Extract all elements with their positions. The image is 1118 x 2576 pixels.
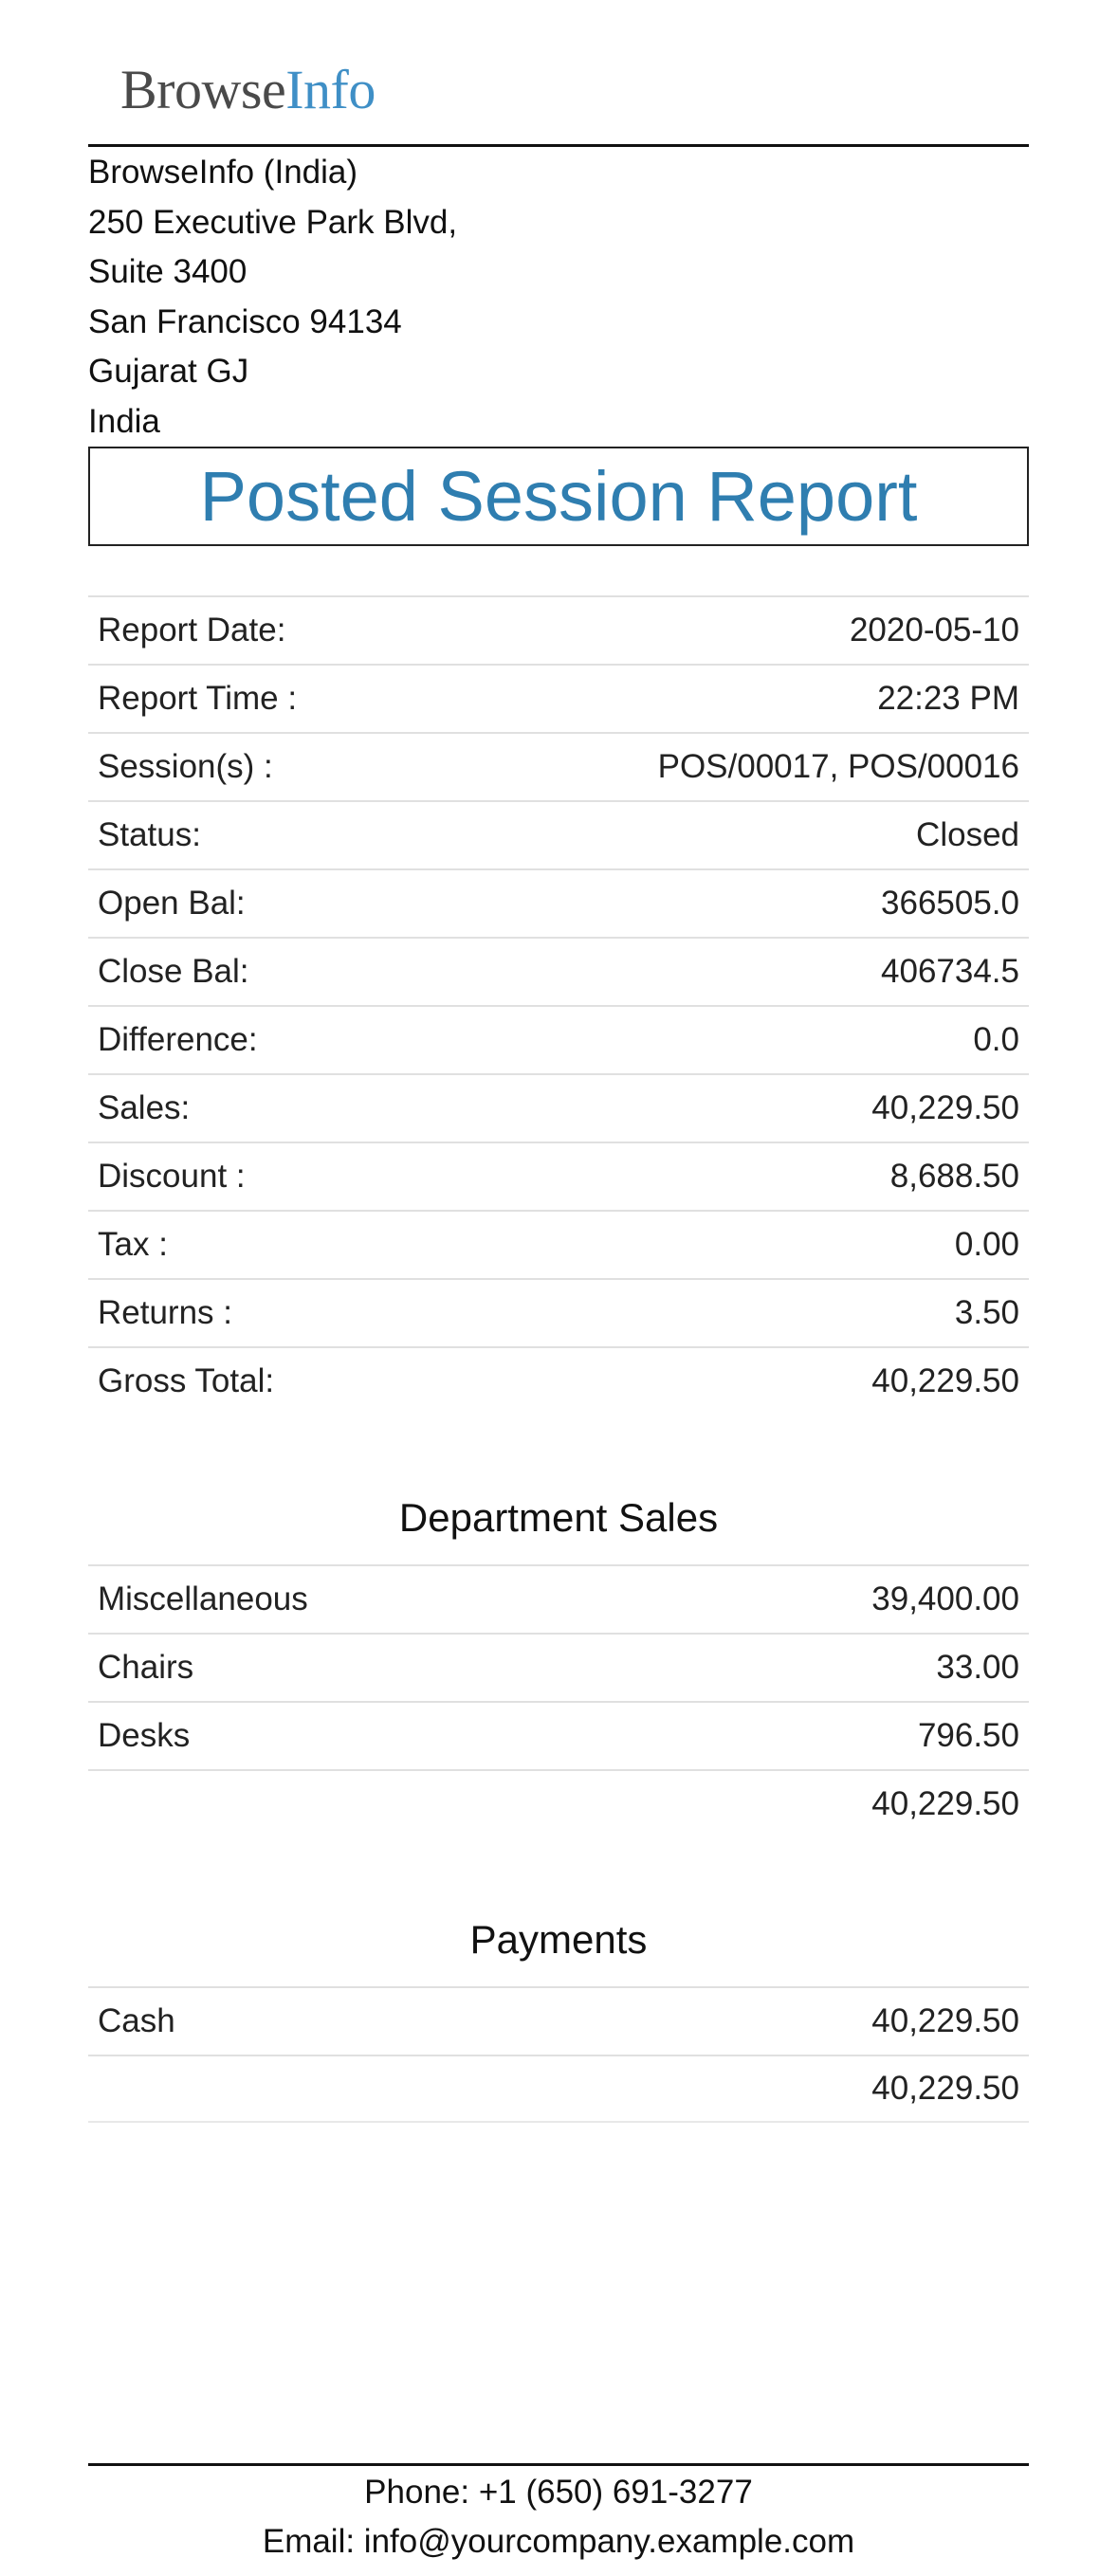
company-logo: BrowseInfo — [120, 57, 376, 123]
header-divider — [88, 144, 1029, 147]
summary-label: Close Bal: — [98, 953, 249, 990]
summary-value: 3.50 — [954, 1294, 1019, 1331]
department-sales-table: Miscellaneous 39,400.00 Chairs 33.00 Des… — [88, 1564, 1029, 1837]
payment-label: Cash — [98, 2002, 175, 2039]
company-address: BrowseInfo (India) 250 Executive Park Bl… — [88, 148, 457, 447]
summary-label: Sales: — [98, 1089, 191, 1126]
summary-value: 406734.5 — [881, 953, 1019, 990]
summary-label: Tax : — [98, 1226, 168, 1263]
department-value: 33.00 — [936, 1649, 1019, 1686]
summary-value: 40,229.50 — [871, 1089, 1019, 1126]
summary-value: 40,229.50 — [871, 1362, 1019, 1399]
payments-table: Cash 40,229.50 40,229.50 — [88, 1986, 1029, 2123]
department-total-row: 40,229.50 — [88, 1769, 1029, 1837]
department-row-chairs: Chairs 33.00 — [88, 1633, 1029, 1701]
department-value: 796.50 — [917, 1717, 1019, 1754]
summary-label: Difference: — [98, 1021, 258, 1058]
address-country: India — [88, 402, 160, 440]
summary-value: 22:23 PM — [877, 680, 1019, 717]
summary-row-close-balance: Close Bal: 406734.5 — [88, 937, 1029, 1005]
summary-row-sales: Sales: 40,229.50 — [88, 1073, 1029, 1142]
payments-title: Payments — [469, 1917, 648, 1962]
summary-value: 0.0 — [973, 1021, 1019, 1058]
department-label: Miscellaneous — [98, 1580, 308, 1617]
summary-value: POS/00017, POS/00016 — [657, 748, 1019, 785]
summary-row-open-balance: Open Bal: 366505.0 — [88, 868, 1029, 937]
payment-total-value: 40,229.50 — [871, 2070, 1019, 2107]
payment-total-row: 40,229.50 — [88, 2055, 1029, 2123]
payment-row-cash: Cash 40,229.50 — [88, 1986, 1029, 2055]
summary-row-sessions: Session(s) : POS/00017, POS/00016 — [88, 732, 1029, 800]
department-row-miscellaneous: Miscellaneous 39,400.00 — [88, 1564, 1029, 1633]
summary-row-difference: Difference: 0.0 — [88, 1005, 1029, 1073]
address-city: San Francisco 94134 — [88, 302, 402, 340]
summary-table: Report Date: 2020-05-10 Report Time : 22… — [88, 595, 1029, 1415]
summary-label: Report Time : — [98, 680, 298, 717]
department-total-value: 40,229.50 — [871, 1785, 1019, 1822]
address-line-2: Suite 3400 — [88, 253, 247, 290]
summary-label: Returns : — [98, 1294, 232, 1331]
summary-label: Discount : — [98, 1158, 246, 1195]
payment-value: 40,229.50 — [871, 2002, 1019, 2039]
department-row-desks: Desks 796.50 — [88, 1701, 1029, 1769]
report-title-box: Posted Session Report — [88, 447, 1029, 546]
summary-row-report-date: Report Date: 2020-05-10 — [88, 595, 1029, 664]
summary-label: Report Date: — [98, 612, 286, 649]
address-line-1: 250 Executive Park Blvd, — [88, 203, 458, 241]
logo-text-info: Info — [285, 59, 376, 120]
summary-value: Closed — [916, 816, 1019, 853]
department-label: Chairs — [98, 1649, 194, 1686]
summary-value: 8,688.50 — [889, 1158, 1019, 1195]
summary-value: 2020-05-10 — [849, 612, 1019, 649]
footer-divider — [88, 2463, 1029, 2466]
summary-row-discount: Discount : 8,688.50 — [88, 1142, 1029, 1210]
summary-label: Status: — [98, 816, 201, 853]
summary-label: Session(s) : — [98, 748, 273, 785]
summary-value: 0.00 — [954, 1226, 1019, 1263]
address-state: Gujarat GJ — [88, 353, 249, 390]
department-value: 39,400.00 — [871, 1580, 1019, 1617]
summary-label: Gross Total: — [98, 1362, 275, 1399]
summary-row-status: Status: Closed — [88, 800, 1029, 868]
summary-value: 366505.0 — [881, 885, 1019, 922]
report-title: Posted Session Report — [199, 456, 918, 536]
summary-row-tax: Tax : 0.00 — [88, 1210, 1029, 1278]
footer-phone: Phone: +1 (650) 691-3277 — [364, 2474, 753, 2511]
footer: Phone: +1 (650) 691-3277 Email: info@you… — [88, 2468, 1029, 2567]
summary-row-gross-total: Gross Total: 40,229.50 — [88, 1346, 1029, 1415]
logo-text-browse: Browse — [120, 59, 286, 120]
department-sales-title: Department Sales — [398, 1495, 719, 1540]
company-name: BrowseInfo (India) — [88, 154, 358, 191]
summary-row-returns: Returns : 3.50 — [88, 1278, 1029, 1346]
summary-row-report-time: Report Time : 22:23 PM — [88, 664, 1029, 732]
summary-label: Open Bal: — [98, 885, 246, 922]
footer-email: Email: info@yourcompany.example.com — [262, 2523, 855, 2560]
department-label: Desks — [98, 1717, 191, 1754]
